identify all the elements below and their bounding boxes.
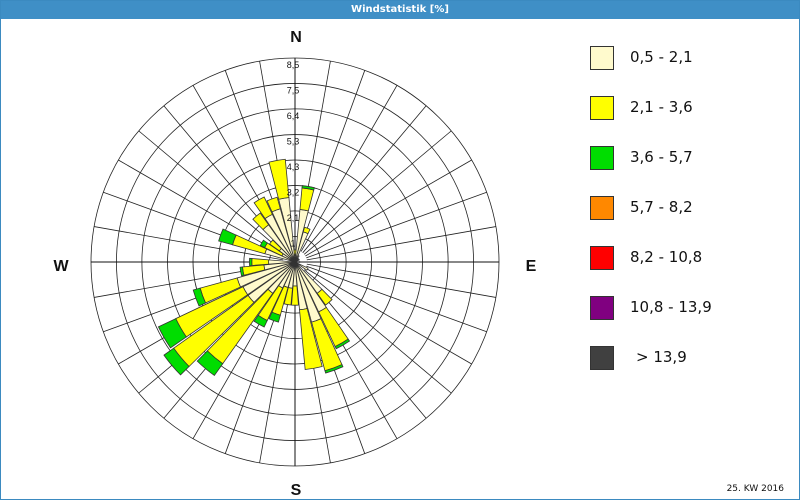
legend-label: 5,7 - 8,2 (630, 198, 693, 216)
radial-tick-label: 1 (290, 239, 295, 249)
legend-swatch (590, 246, 614, 270)
radial-tick-label: 3,2 (287, 187, 300, 197)
legend-label: > 13,9 (636, 348, 687, 366)
grid-spoke (306, 263, 496, 298)
legend-swatch (590, 296, 614, 320)
radial-tick-label: 4,3 (287, 162, 300, 172)
legend-swatch (590, 196, 614, 220)
legend-label: 3,6 - 5,7 (630, 148, 693, 166)
legend-item: 0,5 - 2,1 (590, 46, 790, 72)
petal-segment (249, 257, 253, 267)
compass-west-label: W (53, 258, 69, 275)
grid-spoke (302, 105, 427, 254)
footer-week-label: 25. KW 2016 (726, 484, 784, 494)
grid-spoke (303, 130, 452, 255)
legend-label: 10,8 - 13,9 (630, 298, 712, 316)
legend-label: 2,1 - 3,6 (630, 98, 693, 116)
compass-south-label: S (291, 482, 302, 499)
legend-item: 8,2 - 10,8 (590, 246, 790, 272)
radial-tick-label: 5,3 (287, 137, 300, 147)
legend-label: 8,2 - 10,8 (630, 248, 703, 266)
legend-swatch (590, 146, 614, 170)
compass-north-label: N (290, 29, 302, 46)
legend-swatch (590, 46, 614, 70)
legend-item: > 13,9 (590, 346, 790, 372)
petal-segment (299, 187, 315, 212)
radial-tick-label: 6,4 (287, 111, 300, 121)
compass-east-label: E (526, 258, 537, 275)
legend-item: 3,6 - 5,7 (590, 146, 790, 172)
legend-swatch (590, 346, 614, 370)
radial-tick-label: 2,1 (287, 213, 300, 223)
radial-tick-labels: 1 2,1 3,2 4,3 5,3 6,4 7,5 8,5 (287, 60, 300, 249)
petal-segment (251, 258, 270, 266)
grid-spoke (306, 191, 487, 259)
legend-item: 10,8 - 13,9 (590, 296, 790, 322)
grid-spoke (306, 226, 496, 261)
grid-spoke (298, 70, 366, 251)
radial-tick-label: 7,5 (287, 85, 300, 95)
grid-spoke (138, 130, 287, 255)
legend-item: 5,7 - 8,2 (590, 196, 790, 222)
legend-label: 0,5 - 2,1 (630, 48, 693, 66)
legend-swatch (590, 96, 614, 120)
legend-item: 2,1 - 3,6 (590, 96, 790, 122)
radial-tick-label: 8,5 (287, 60, 300, 70)
